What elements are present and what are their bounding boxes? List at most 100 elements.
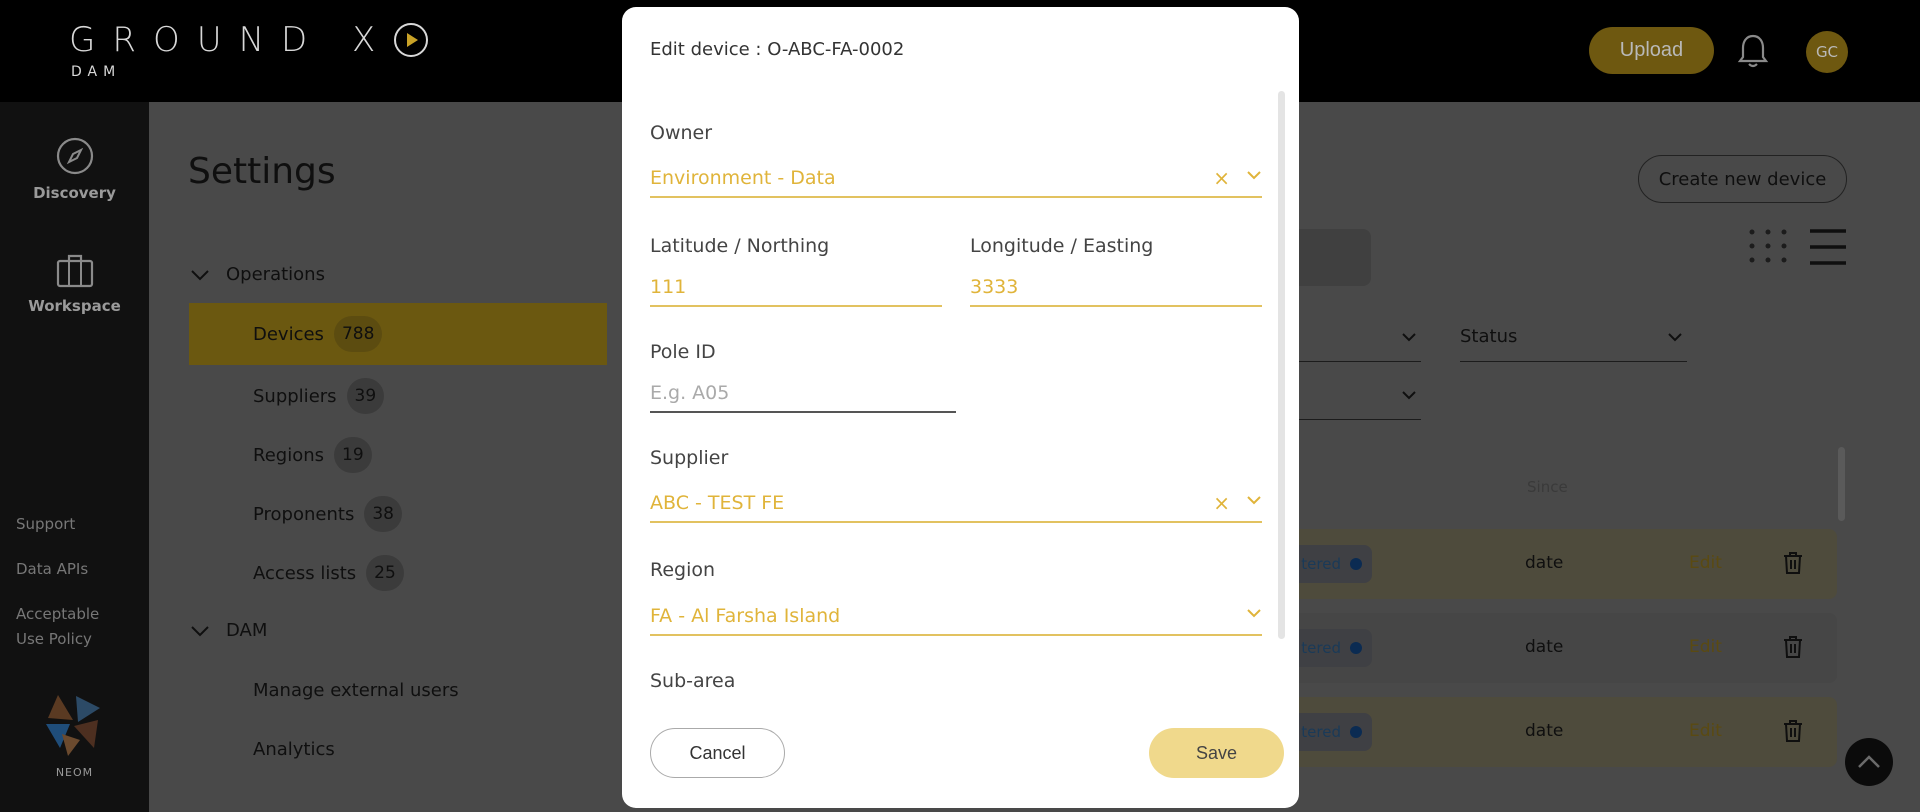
- chevron-down-icon[interactable]: [1246, 608, 1262, 618]
- tree-item-label: Analytics: [253, 739, 335, 760]
- table-row[interactable]: tered date Edit: [1299, 613, 1837, 683]
- status-filter-label: Status: [1460, 326, 1518, 347]
- tree-group-label: DAM: [226, 620, 268, 641]
- data-apis-link[interactable]: Data APIs: [16, 557, 88, 582]
- bell-icon[interactable]: [1737, 33, 1769, 69]
- nav-label: Discovery: [33, 184, 116, 202]
- edit-link[interactable]: Edit: [1689, 637, 1722, 657]
- tree-item-suppliers[interactable]: Suppliers 39: [253, 378, 385, 414]
- nav-label: Workspace: [28, 297, 121, 315]
- list-view-icon[interactable]: [1808, 228, 1848, 266]
- pole-id-field[interactable]: E.g. A05: [650, 373, 956, 413]
- compass-icon: [56, 137, 93, 175]
- owner-label: Owner: [650, 122, 713, 144]
- status-dot-icon: [1350, 558, 1362, 570]
- chevron-down-icon: [1668, 333, 1682, 342]
- supplier-value: ABC - TEST FE: [650, 492, 785, 514]
- edit-link[interactable]: Edit: [1689, 721, 1722, 741]
- supplier-select[interactable]: ABC - TEST FE ×: [650, 483, 1262, 523]
- neom-logo-icon: [46, 695, 100, 756]
- tree-item-access-lists[interactable]: Access lists 25: [253, 555, 404, 591]
- trash-icon[interactable]: [1783, 635, 1803, 659]
- play-icon: [394, 23, 429, 57]
- support-link[interactable]: Support: [16, 512, 75, 537]
- owner-value: Environment - Data: [650, 167, 836, 189]
- page-title: Settings: [188, 151, 336, 192]
- user-avatar[interactable]: GC: [1806, 31, 1848, 73]
- table-scrollbar[interactable]: [1838, 447, 1845, 521]
- latitude-field[interactable]: 111: [650, 267, 942, 307]
- status-badge: tered: [1299, 713, 1372, 751]
- tree-item-label: Access lists: [253, 562, 357, 584]
- neom-brand-text: NEOM: [55, 766, 94, 779]
- tree-item-devices[interactable]: Devices 788: [253, 316, 383, 352]
- filter-select-partial[interactable]: [1299, 326, 1421, 362]
- owner-select[interactable]: Environment - Data ×: [650, 158, 1262, 198]
- tree-item-devices-highlight: Devices 788: [189, 303, 607, 365]
- sub-area-label: Sub-area: [650, 670, 736, 692]
- region-value: FA - Al Farsha Island: [650, 605, 841, 627]
- nav-discovery[interactable]: Discovery: [0, 136, 149, 202]
- trash-icon[interactable]: [1783, 719, 1803, 743]
- modal-scrollbar[interactable]: [1278, 91, 1285, 639]
- save-button[interactable]: Save: [1149, 728, 1284, 778]
- logo-text: GROUND X: [69, 20, 393, 60]
- latitude-value: 111: [650, 276, 687, 298]
- clear-icon[interactable]: ×: [1213, 483, 1230, 523]
- region-label: Region: [650, 559, 716, 581]
- chevron-down-icon: [191, 269, 209, 280]
- create-device-button[interactable]: Create new device: [1638, 155, 1847, 203]
- logo-subtitle: DAM: [71, 64, 122, 80]
- status-filter-select[interactable]: Status: [1460, 326, 1687, 362]
- edit-link[interactable]: Edit: [1689, 553, 1722, 573]
- tree-group-operations[interactable]: Operations: [190, 264, 325, 285]
- tree-group-dam[interactable]: DAM: [190, 620, 267, 641]
- row-since: date: [1525, 721, 1564, 741]
- upload-button[interactable]: Upload: [1589, 27, 1714, 74]
- latitude-label: Latitude / Northing: [650, 235, 830, 257]
- count-badge: 788: [333, 316, 383, 352]
- tree-item-manage-external-users[interactable]: Manage external users: [253, 680, 459, 701]
- tree-item-regions[interactable]: Regions 19: [253, 437, 372, 473]
- nav-workspace[interactable]: Workspace: [0, 253, 149, 315]
- count-badge: 38: [364, 496, 402, 532]
- trash-icon[interactable]: [1783, 551, 1803, 575]
- groundx-logo[interactable]: GROUND X DAM: [69, 20, 429, 80]
- count-badge: 19: [334, 437, 372, 473]
- clear-icon[interactable]: ×: [1213, 158, 1230, 198]
- link-line-1: Acceptable: [16, 605, 100, 623]
- acceptable-use-link[interactable]: Acceptable Use Policy: [16, 602, 99, 652]
- tree-item-proponents[interactable]: Proponents 38: [253, 496, 402, 532]
- status-dot-icon: [1350, 642, 1362, 654]
- row-since: date: [1525, 553, 1564, 573]
- table-row[interactable]: tered date Edit: [1299, 529, 1837, 599]
- table-row[interactable]: tered date Edit: [1299, 697, 1837, 767]
- chevron-down-icon: [1402, 333, 1416, 342]
- status-dot-icon: [1350, 726, 1362, 738]
- link-line-2: Use Policy: [16, 630, 92, 648]
- briefcase-icon: [56, 254, 93, 288]
- longitude-field[interactable]: 3333: [970, 267, 1262, 307]
- search-field-partial[interactable]: [1299, 229, 1371, 286]
- longitude-label: Longitude / Easting: [970, 235, 1154, 257]
- chevron-down-icon[interactable]: [1246, 170, 1262, 180]
- column-header-since: Since: [1527, 478, 1568, 496]
- cancel-button[interactable]: Cancel: [650, 728, 785, 778]
- tree-item-label: Devices: [253, 323, 324, 345]
- count-badge: 39: [346, 378, 385, 414]
- grid-view-icon[interactable]: [1748, 228, 1788, 264]
- tree-item-label: Suppliers: [253, 385, 337, 407]
- chevron-up-icon: [1858, 755, 1880, 768]
- status-badge: tered: [1299, 545, 1372, 583]
- scroll-top-button[interactable]: [1845, 738, 1893, 786]
- count-badge: 25: [366, 555, 404, 591]
- chevron-down-icon: [191, 625, 209, 636]
- tree-item-label: Proponents: [253, 503, 355, 525]
- chevron-down-icon[interactable]: [1246, 495, 1262, 505]
- region-select[interactable]: FA - Al Farsha Island: [650, 596, 1262, 636]
- row-since: date: [1525, 637, 1564, 657]
- tree-item-analytics[interactable]: Analytics: [253, 739, 335, 760]
- edit-device-modal: Edit device : O-ABC-FA-0002 Owner Enviro…: [622, 7, 1299, 808]
- filter-select-partial-2[interactable]: [1299, 384, 1421, 420]
- supplier-label: Supplier: [650, 447, 729, 469]
